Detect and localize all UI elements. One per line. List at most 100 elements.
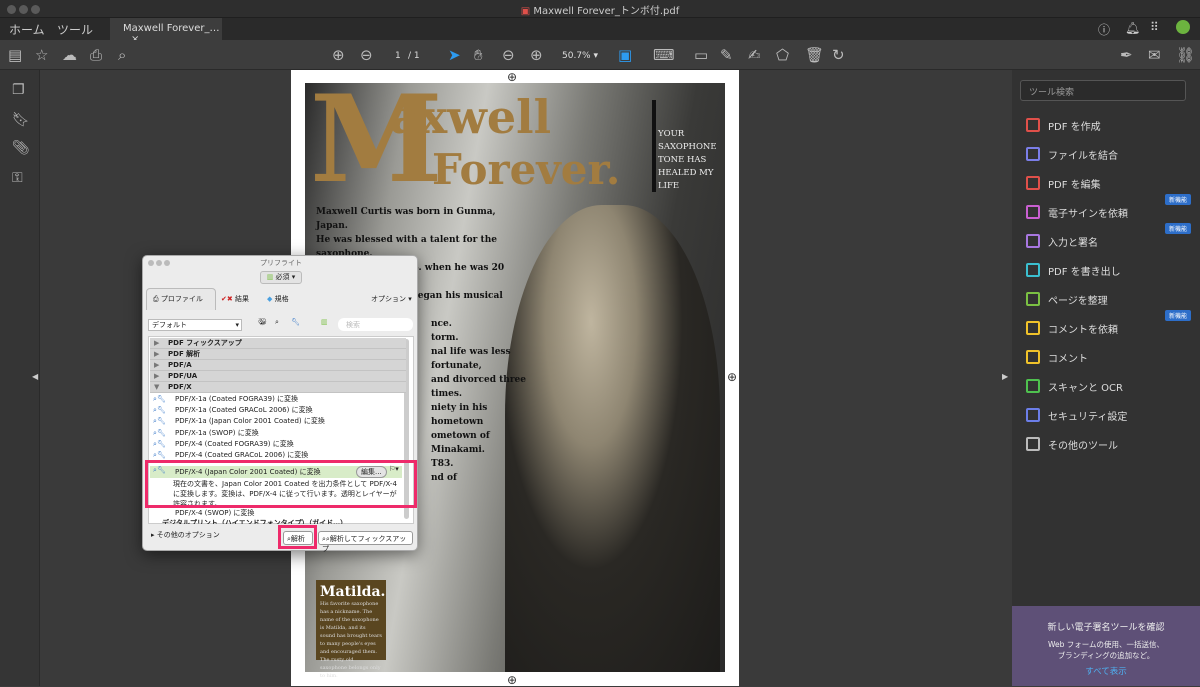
group-label: PDF フィックスアップ xyxy=(168,339,242,347)
collapsed-arrow-icon: ▶ xyxy=(154,339,160,347)
tab-tools[interactable]: ツール xyxy=(57,21,93,38)
title-line-1: axwell xyxy=(390,90,552,144)
hand-icon[interactable]: ✋︎ xyxy=(474,46,483,64)
tool-search-input[interactable]: ツール検索 xyxy=(1020,80,1186,101)
pages-icon[interactable]: ❐ xyxy=(12,82,25,98)
tool-label: ファイルを結合 xyxy=(1048,150,1118,162)
group-label: PDF/UA xyxy=(168,372,198,380)
list-item[interactable]: ⌕🔧︎ PDF/X-1a (Japan Color 2001 Coated) に変… xyxy=(150,416,406,427)
select-arrow-icon[interactable]: ➤ xyxy=(448,46,461,64)
zoom-in-icon[interactable]: ⊕ xyxy=(530,46,543,64)
bell-icon[interactable]: 🔔︎ xyxy=(1125,21,1140,35)
bookmark-icon[interactable]: 🔖︎ xyxy=(12,112,30,128)
delete-icon[interactable]: 🗑︎ xyxy=(805,46,824,64)
list-item[interactable]: デジタルプリント（ハイエンドフォンタイプ）（ガイド…） xyxy=(150,518,402,524)
cloud-upload-icon[interactable]: ☁ xyxy=(62,46,77,64)
tool-item[interactable]: セキュリティ設定 xyxy=(1026,405,1191,425)
star-icon[interactable]: ☆ xyxy=(35,46,48,64)
list-item[interactable]: ⌕🔧︎ PDF/X-1a (SWOP) に変換 xyxy=(150,428,406,439)
collapsed-arrow-icon: ▶ xyxy=(154,350,160,358)
analyze-search-icon[interactable]: ⌕ xyxy=(275,318,279,327)
comment-icon[interactable]: ▭ xyxy=(694,46,708,64)
title-bar: ▣ Maxwell Forever_トンボ付.pdf xyxy=(0,0,1200,18)
apps-grid-icon[interactable]: ⠿ xyxy=(1150,20,1159,34)
wrench-icon: ⌕🔧︎ xyxy=(153,395,166,403)
tool-item[interactable]: 電子サインを依頼 新機能 xyxy=(1026,194,1191,222)
zoom-level-dropdown[interactable]: 50.7% ▾ xyxy=(562,51,598,61)
tool-item[interactable]: PDF を編集 xyxy=(1026,173,1191,193)
tool-icon xyxy=(1026,263,1040,277)
tab-results[interactable]: ✔✖ 結果 xyxy=(221,294,249,304)
accessibility-icon[interactable]: ⚿ xyxy=(12,170,23,186)
pdf-file-icon: ▣ xyxy=(520,6,534,17)
tool-item[interactable]: PDF を書き出し xyxy=(1026,260,1191,280)
profile-select[interactable]: デフォルト ▾ xyxy=(148,319,242,331)
list-item-label: PDF/X-1a (Coated GRACoL 2006) に変換 xyxy=(175,406,313,415)
share-sign-icon[interactable]: ✒ xyxy=(1120,46,1133,64)
tool-item[interactable]: コメント xyxy=(1026,347,1191,367)
tool-label: PDF を書き出し xyxy=(1048,266,1121,278)
list-item-label: PDF/X-4 (Coated FOGRA39) に変換 xyxy=(175,439,294,448)
more-options-toggle[interactable]: ▸ その他のオプション xyxy=(151,530,220,540)
highlight-icon[interactable]: ✎ xyxy=(720,46,733,64)
profile-group[interactable]: ▶ PDF/A xyxy=(150,360,406,371)
promo-text: Web フォームの使用、一括送信、 xyxy=(1047,640,1164,649)
preflight-search-input[interactable]: 検索 xyxy=(338,318,413,331)
crop-mark-icon: ⊕ xyxy=(507,673,518,687)
tool-item[interactable]: ページを整理 xyxy=(1026,289,1191,309)
profile-group[interactable]: ▼ PDF/X xyxy=(150,382,406,393)
wrench-icon[interactable]: 🔧︎ xyxy=(291,318,300,326)
zoom-out-icon[interactable]: ⊖ xyxy=(502,46,515,64)
rotate-icon[interactable]: ↻ xyxy=(832,46,845,64)
page-number-input[interactable]: 1 xyxy=(395,51,401,61)
tool-item[interactable]: PDF を作成 xyxy=(1026,115,1191,135)
fit-page-icon[interactable]: ▣ xyxy=(618,46,632,64)
divider xyxy=(652,100,656,192)
analyze-fix-button[interactable]: ⌕⌕解析してフィックスアップ xyxy=(318,531,413,553)
filter-icon[interactable]: ▥ xyxy=(321,318,328,326)
list-item[interactable]: ⌕🔧︎ PDF/X-1a (Coated GRACoL 2006) に変換 xyxy=(150,405,406,416)
profile-library-icon[interactable]: 🐝︎ xyxy=(258,318,267,326)
list-item[interactable]: ⌕🔧︎ PDF/X-1a (Coated FOGRA39) に変換 xyxy=(150,394,406,405)
tab-profile[interactable]: ⎙ プロファイル xyxy=(146,288,216,310)
list-item[interactable]: ⌕🔧︎ PDF/X-4 (Coated FOGRA39) に変換 xyxy=(150,439,406,450)
group-label: PDF/A xyxy=(168,361,192,369)
tool-icon xyxy=(1026,321,1040,335)
tab-standards[interactable]: ◆ 規格 xyxy=(267,294,289,304)
profile-group[interactable]: ▶ PDF 解析 xyxy=(150,349,406,360)
tool-item[interactable]: スキャンと OCR xyxy=(1026,376,1191,396)
attachment-icon[interactable]: 📎︎ xyxy=(12,140,30,156)
mail-icon[interactable]: ✉ xyxy=(1148,46,1161,64)
tab-document[interactable]: Maxwell Forever_… × xyxy=(110,18,222,45)
tool-item[interactable]: ファイルを結合 xyxy=(1026,144,1191,164)
stamp-icon[interactable]: ⬠ xyxy=(776,46,789,64)
tab-home[interactable]: ホーム xyxy=(9,21,45,38)
tool-icon xyxy=(1026,379,1040,393)
tool-label: PDF を作成 xyxy=(1048,121,1101,133)
tool-item[interactable]: 入力と署名 新機能 xyxy=(1026,223,1191,251)
link-icon[interactable]: ⛓ xyxy=(1176,46,1195,64)
save-icon[interactable]: ▤ xyxy=(8,46,22,64)
page-up-icon[interactable]: ⊕ xyxy=(332,46,345,64)
tool-item[interactable]: その他のツール xyxy=(1026,434,1191,454)
sign-icon[interactable]: ✍ xyxy=(748,46,761,64)
collapse-right-icon[interactable]: ▶ xyxy=(1002,372,1008,381)
tab-label: 規格 xyxy=(274,295,289,303)
tool-label: 入力と署名 xyxy=(1048,237,1098,249)
profile-group[interactable]: ▶ PDF フィックスアップ xyxy=(150,338,406,349)
page-down-icon[interactable]: ⊖ xyxy=(360,46,373,64)
print-icon[interactable]: ⎙ xyxy=(90,46,102,64)
promo-link[interactable]: すべて表示 xyxy=(1012,665,1200,677)
help-icon[interactable]: ⓘ xyxy=(1098,21,1110,38)
tool-item[interactable]: コメントを依頼 新機能 xyxy=(1026,310,1191,338)
scroll-mode-icon[interactable]: ⌨ xyxy=(653,46,675,64)
tool-label: PDF を編集 xyxy=(1048,179,1101,191)
list-item[interactable]: PDF/X-4 (SWOP) に変換 xyxy=(150,508,402,518)
options-menu[interactable]: オプション ▾ xyxy=(371,294,412,304)
search-zoom-icon[interactable]: ⌕ xyxy=(118,46,126,64)
mode-dropdown[interactable]: ▥ 必須 ▾ xyxy=(260,271,302,284)
profile-group[interactable]: ▶ PDF/UA xyxy=(150,371,406,382)
collapse-left-icon[interactable]: ◀ xyxy=(32,372,38,381)
avatar[interactable] xyxy=(1176,20,1190,34)
page-total: / 1 xyxy=(408,51,420,61)
